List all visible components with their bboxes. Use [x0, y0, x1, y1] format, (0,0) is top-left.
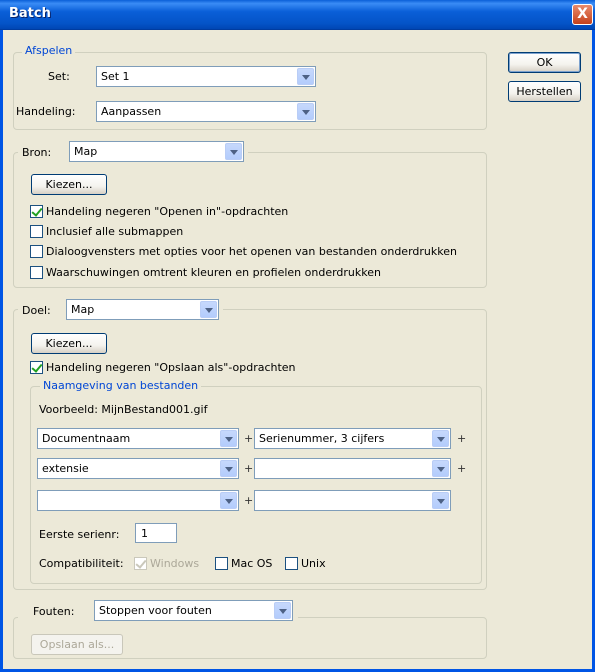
window-frame-left	[0, 30, 3, 672]
compat-windows-label: Windows	[150, 557, 200, 570]
suppress-open-dialogs-label: Dialoogvensters met opties voor het open…	[46, 245, 457, 258]
set-label: Set:	[48, 70, 70, 83]
naming-field-2-1[interactable]: extensie	[37, 458, 239, 479]
chevron-down-icon[interactable]	[432, 492, 449, 509]
plus-sign: +	[244, 494, 254, 507]
chevron-down-icon[interactable]	[297, 103, 314, 120]
reset-button[interactable]: Herstellen	[508, 81, 581, 102]
ignore-save-as-label: Handeling negeren "Opslaan als"-opdracht…	[46, 361, 296, 374]
errors-select[interactable]: Stoppen voor fouten	[94, 600, 293, 621]
naming-field-2-2[interactable]	[254, 458, 451, 479]
source-choose-button[interactable]: Kiezen...	[31, 174, 107, 195]
action-select-value: Aanpassen	[101, 105, 162, 118]
plus-sign: +	[457, 462, 467, 475]
compat-macos-label: Mac OS	[231, 557, 273, 570]
start-serial-value: 1	[141, 527, 148, 540]
chevron-down-icon[interactable]	[274, 602, 291, 619]
destination-choose-button[interactable]: Kiezen...	[31, 333, 107, 354]
title-bar: Batch X	[0, 0, 595, 30]
naming-example: Voorbeeld: MijnBestand001.gif	[39, 403, 208, 416]
source-label: Bron:	[22, 146, 52, 159]
chevron-down-icon[interactable]	[297, 68, 314, 85]
action-select[interactable]: Aanpassen	[96, 101, 316, 122]
set-select[interactable]: Set 1	[96, 66, 316, 87]
compat-macos-checkbox[interactable]	[215, 557, 228, 570]
playback-legend: Afspelen	[22, 44, 76, 57]
naming-field-1-2[interactable]: Serienummer, 3 cijfers	[254, 428, 451, 449]
include-subfolders-label: Inclusief alle submappen	[46, 225, 184, 238]
naming-field-1-2-value: Serienummer, 3 cijfers	[259, 432, 385, 445]
suppress-color-warnings-checkbox[interactable]	[30, 266, 43, 279]
naming-field-2-1-value: extensie	[42, 462, 89, 475]
chevron-down-icon[interactable]	[220, 430, 237, 447]
ignore-save-as-checkbox[interactable]	[30, 361, 43, 374]
suppress-color-warnings-label: Waarschuwingen omtrent kleuren en profie…	[46, 266, 381, 279]
save-as-button[interactable]: Opslaan als...	[31, 634, 123, 655]
compat-windows-checkbox[interactable]	[134, 557, 147, 570]
suppress-open-dialogs-checkbox[interactable]	[30, 245, 43, 258]
errors-select-value: Stoppen voor fouten	[99, 604, 212, 617]
naming-field-1-1-value: Documentnaam	[42, 432, 131, 445]
close-button[interactable]: X	[572, 4, 593, 25]
compat-unix-label: Unix	[301, 557, 326, 570]
naming-field-3-2[interactable]	[254, 490, 451, 511]
destination-select[interactable]: Map	[66, 299, 219, 320]
plus-sign: +	[457, 432, 467, 445]
plus-sign: +	[244, 462, 254, 475]
action-label: Handeling:	[16, 105, 76, 118]
naming-field-1-1[interactable]: Documentnaam	[37, 428, 239, 449]
chevron-down-icon[interactable]	[200, 301, 217, 318]
source-select-value: Map	[74, 145, 98, 158]
chevron-down-icon[interactable]	[432, 460, 449, 477]
destination-label: Doel:	[22, 304, 51, 317]
start-serial-input[interactable]: 1	[135, 523, 177, 543]
ignore-open-label: Handeling negeren "Openen in"-opdrachten	[46, 205, 289, 218]
chevron-down-icon[interactable]	[220, 492, 237, 509]
compat-label: Compatibiliteit:	[39, 557, 124, 570]
ok-button[interactable]: OK	[508, 52, 581, 73]
chevron-down-icon[interactable]	[220, 460, 237, 477]
compat-unix-checkbox[interactable]	[285, 557, 298, 570]
set-select-value: Set 1	[101, 70, 130, 83]
include-subfolders-checkbox[interactable]	[30, 225, 43, 238]
errors-label: Fouten:	[33, 605, 75, 618]
ignore-open-checkbox[interactable]	[30, 205, 43, 218]
plus-sign: +	[244, 432, 254, 445]
naming-field-3-1[interactable]	[37, 490, 239, 511]
source-select[interactable]: Map	[69, 141, 244, 162]
start-serial-label: Eerste serienr:	[39, 528, 120, 541]
destination-select-value: Map	[71, 303, 95, 316]
chevron-down-icon[interactable]	[432, 430, 449, 447]
chevron-down-icon[interactable]	[225, 143, 242, 160]
naming-legend: Naamgeving van bestanden	[40, 379, 202, 392]
window-title: Batch	[9, 6, 51, 21]
